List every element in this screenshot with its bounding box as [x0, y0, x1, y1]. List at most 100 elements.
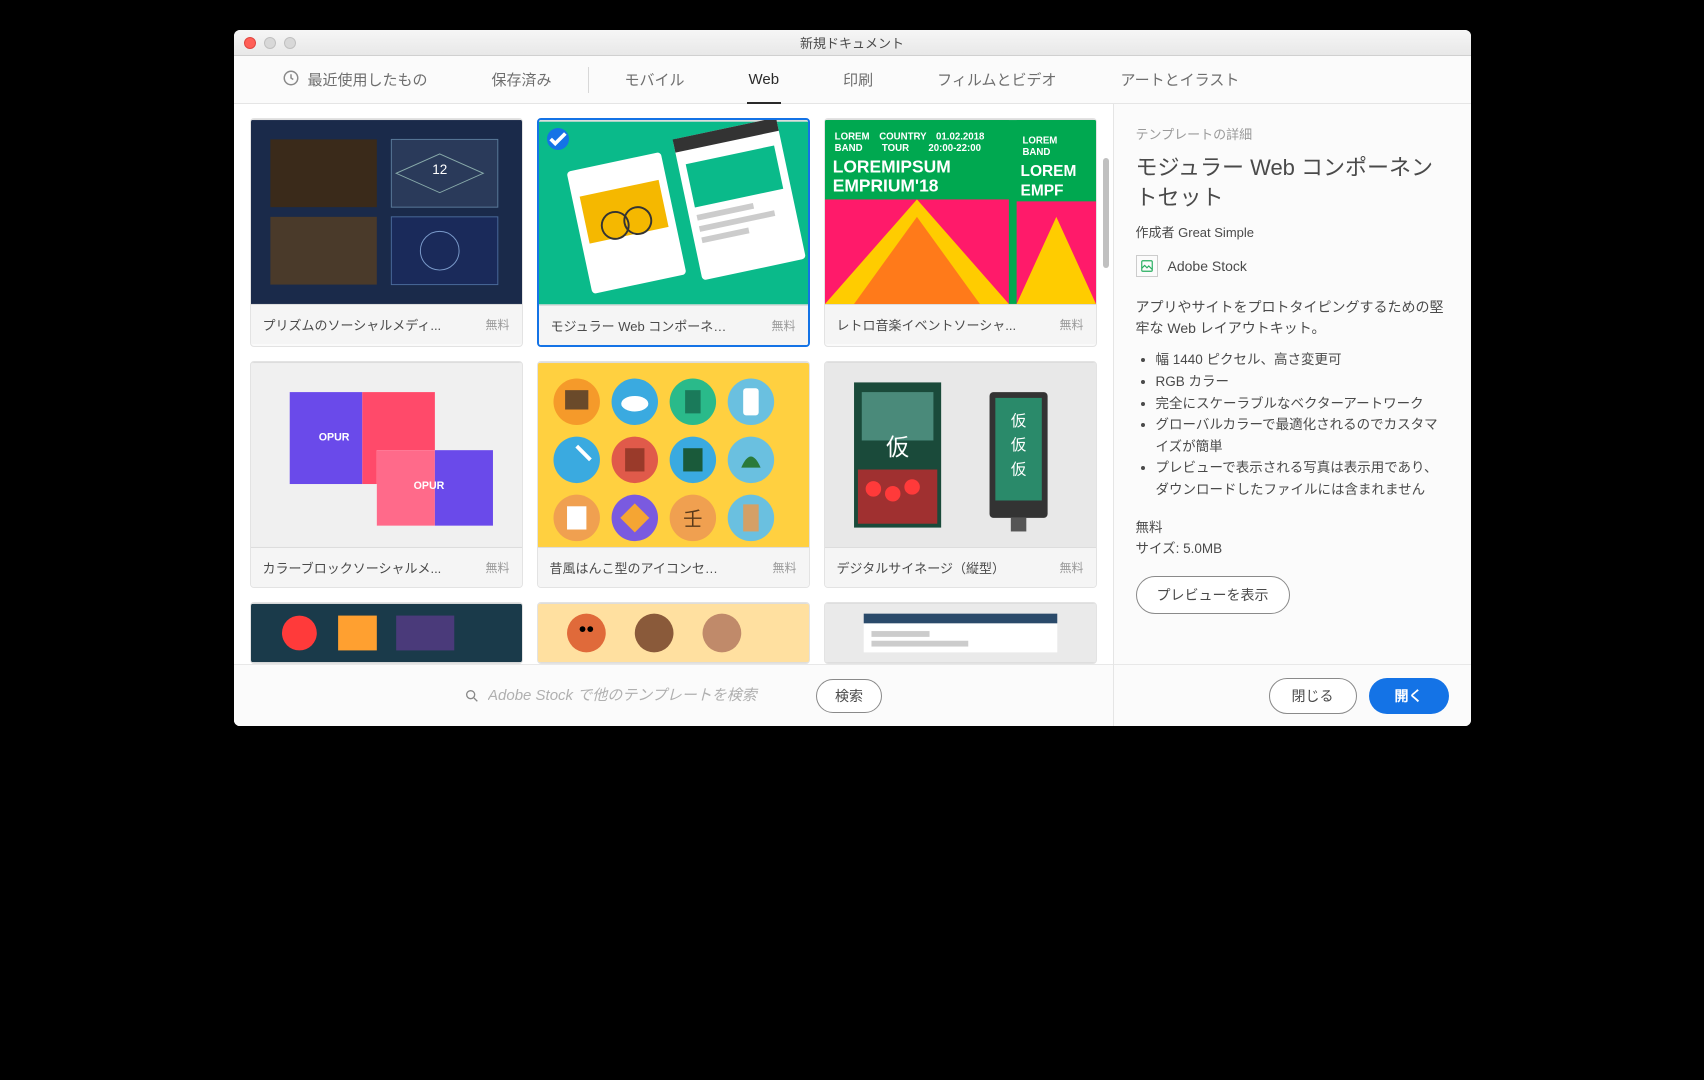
template-thumbnail	[825, 603, 1096, 663]
svg-text:LOREM COUNTRY 01.02.2018: LOREM COUNTRY 01.02.2018	[834, 131, 984, 142]
template-card[interactable]: OPUROPUR カラーブロックソーシャルメ... 無料	[250, 361, 523, 588]
open-button[interactable]: 開く	[1369, 678, 1449, 714]
search-input[interactable]	[488, 687, 804, 704]
template-card[interactable]: 壬 昔風はんこ型のアイコンセット 無料	[537, 361, 810, 588]
svg-text:壬: 壬	[683, 509, 702, 531]
vertical-scrollbar[interactable]	[1103, 118, 1109, 650]
template-card[interactable]	[824, 602, 1097, 664]
details-price: 無料	[1136, 517, 1449, 539]
template-card[interactable]: 12プリズムのソーシャルメディ...無料	[250, 118, 523, 347]
details-title: モジュラー Web コンポーネントセット	[1136, 153, 1449, 212]
tab-label: 印刷	[843, 69, 873, 90]
search-icon	[464, 688, 480, 704]
template-price: 無料	[1059, 316, 1083, 333]
search-field	[464, 687, 804, 704]
search-bar: 検索	[234, 664, 1113, 726]
tab-mobile[interactable]: モバイル	[597, 56, 713, 104]
new-document-window: 新規ドキュメント 最近使用したもの 保存済み モバイル Web 印刷 フィルムと…	[234, 30, 1471, 726]
image-placeholder-icon	[1136, 255, 1158, 277]
category-tabs: 最近使用したもの 保存済み モバイル Web 印刷 フィルムとビデオ アートとイ…	[234, 56, 1471, 104]
close-window-button[interactable]	[244, 37, 256, 49]
template-price: 無料	[772, 559, 796, 576]
search-button[interactable]: 検索	[816, 679, 882, 713]
adobe-stock-label: Adobe Stock	[1168, 258, 1247, 274]
svg-text:OPUR: OPUR	[413, 480, 444, 492]
adobe-stock-row[interactable]: Adobe Stock	[1136, 255, 1449, 277]
details-body: テンプレートの詳細 モジュラー Web コンポーネントセット 作成者 Great…	[1114, 104, 1471, 664]
template-price: 無料	[1059, 559, 1083, 576]
svg-text:LOREM: LOREM	[1020, 163, 1076, 180]
clock-icon	[282, 69, 300, 91]
template-name: モジュラー Web コンポーネン...	[551, 316, 731, 335]
tab-film[interactable]: フィルムとビデオ	[909, 56, 1084, 104]
template-thumbnail: 壬	[538, 362, 809, 548]
minimize-window-button[interactable]	[264, 37, 276, 49]
template-grid-wrap: 12プリズムのソーシャルメディ...無料モジュラー Web コンポーネン... 無…	[234, 104, 1113, 664]
preview-button[interactable]: プレビューを表示	[1136, 576, 1290, 614]
feature-item: プレビューで表示される写真は表示用であり、ダウンロードしたファイルには含まれませ…	[1156, 457, 1449, 500]
template-price: 無料	[485, 316, 509, 333]
template-thumbnail	[538, 603, 809, 663]
tab-label: アートとイラスト	[1121, 69, 1240, 90]
tab-print[interactable]: 印刷	[815, 56, 901, 104]
template-thumbnail: 12	[251, 119, 522, 305]
details-description: アプリやサイトをプロトタイピングするための堅牢な Web レイアウトキット。	[1136, 297, 1449, 339]
svg-text:EMPF: EMPF	[1020, 183, 1063, 200]
svg-text:BAND TOUR 20:00-22:00: BAND TOUR 20:00-22:00	[834, 143, 980, 154]
svg-text:BAND: BAND	[1022, 147, 1050, 158]
template-card[interactable]: LOREM COUNTRY 01.02.2018BAND TOUR 20:00-…	[824, 118, 1097, 347]
template-footer: モジュラー Web コンポーネン... 無料	[539, 306, 808, 345]
tab-label: フィルムとビデオ	[937, 69, 1056, 90]
selected-check-icon	[547, 128, 569, 150]
tab-label: モバイル	[625, 69, 685, 90]
tab-divider	[588, 67, 589, 93]
template-footer: カラーブロックソーシャルメ... 無料	[251, 548, 522, 587]
window-controls	[234, 37, 296, 49]
tab-saved[interactable]: 保存済み	[464, 56, 580, 104]
feature-item: 幅 1440 ピクセル、高さ変更可	[1156, 349, 1449, 371]
sidebar-footer: 閉じる 開く	[1114, 664, 1471, 726]
template-thumbnail	[251, 603, 522, 663]
svg-text:12: 12	[432, 162, 447, 177]
template-thumbnail: OPUROPUR	[251, 362, 522, 548]
template-name: 昔風はんこ型のアイコンセット	[550, 558, 730, 577]
zoom-window-button[interactable]	[284, 37, 296, 49]
window-title: 新規ドキュメント	[234, 33, 1471, 52]
tab-label: Web	[749, 71, 780, 88]
feature-item: RGB カラー	[1156, 371, 1449, 393]
titlebar: 新規ドキュメント	[234, 30, 1471, 56]
template-card[interactable]: 仮仮仮仮デジタルサイネージ（縦型）無料	[824, 361, 1097, 588]
details-size: サイズ: 5.0MB	[1136, 538, 1449, 560]
details-author: 作成者 Great Simple	[1136, 222, 1449, 241]
tab-recent[interactable]: 最近使用したもの	[254, 56, 456, 104]
tab-web[interactable]: Web	[721, 56, 808, 104]
svg-text:仮: 仮	[1010, 460, 1026, 478]
template-card[interactable]: モジュラー Web コンポーネン... 無料	[537, 118, 810, 347]
tab-label: 保存済み	[492, 69, 552, 90]
template-price: 無料	[771, 317, 795, 334]
details-label: テンプレートの詳細	[1136, 124, 1449, 143]
svg-text:EMPRIUM'18: EMPRIUM'18	[832, 176, 938, 196]
main-panel: 12プリズムのソーシャルメディ...無料モジュラー Web コンポーネン... 無…	[234, 104, 1113, 726]
template-card[interactable]	[250, 602, 523, 664]
template-footer: レトロ音楽イベントソーシャ... 無料	[825, 305, 1096, 344]
template-footer: デジタルサイネージ（縦型） 無料	[825, 548, 1096, 587]
template-grid: 12プリズムのソーシャルメディ...無料モジュラー Web コンポーネン... 無…	[250, 118, 1097, 664]
template-name: カラーブロックソーシャルメ...	[263, 558, 442, 577]
details-feature-list: 幅 1440 ピクセル、高さ変更可RGB カラー完全にスケーラブルなベクターアー…	[1136, 349, 1449, 500]
template-card[interactable]	[537, 602, 810, 664]
template-thumbnail: 仮仮仮仮	[825, 362, 1096, 548]
template-price: 無料	[485, 559, 509, 576]
svg-text:仮: 仮	[1010, 436, 1026, 454]
close-button[interactable]: 閉じる	[1269, 678, 1357, 714]
template-thumbnail	[539, 120, 808, 306]
details-meta: 無料 サイズ: 5.0MB	[1136, 517, 1449, 560]
tab-label: 最近使用したもの	[308, 69, 428, 90]
template-name: デジタルサイネージ（縦型）	[837, 558, 1005, 577]
svg-text:仮: 仮	[885, 434, 908, 460]
scrollbar-thumb[interactable]	[1103, 158, 1109, 268]
svg-text:LOREMIPSUM: LOREMIPSUM	[832, 156, 950, 176]
tab-art[interactable]: アートとイラスト	[1093, 56, 1268, 104]
svg-text:仮: 仮	[1010, 412, 1026, 430]
template-name: レトロ音楽イベントソーシャ...	[837, 315, 1017, 334]
